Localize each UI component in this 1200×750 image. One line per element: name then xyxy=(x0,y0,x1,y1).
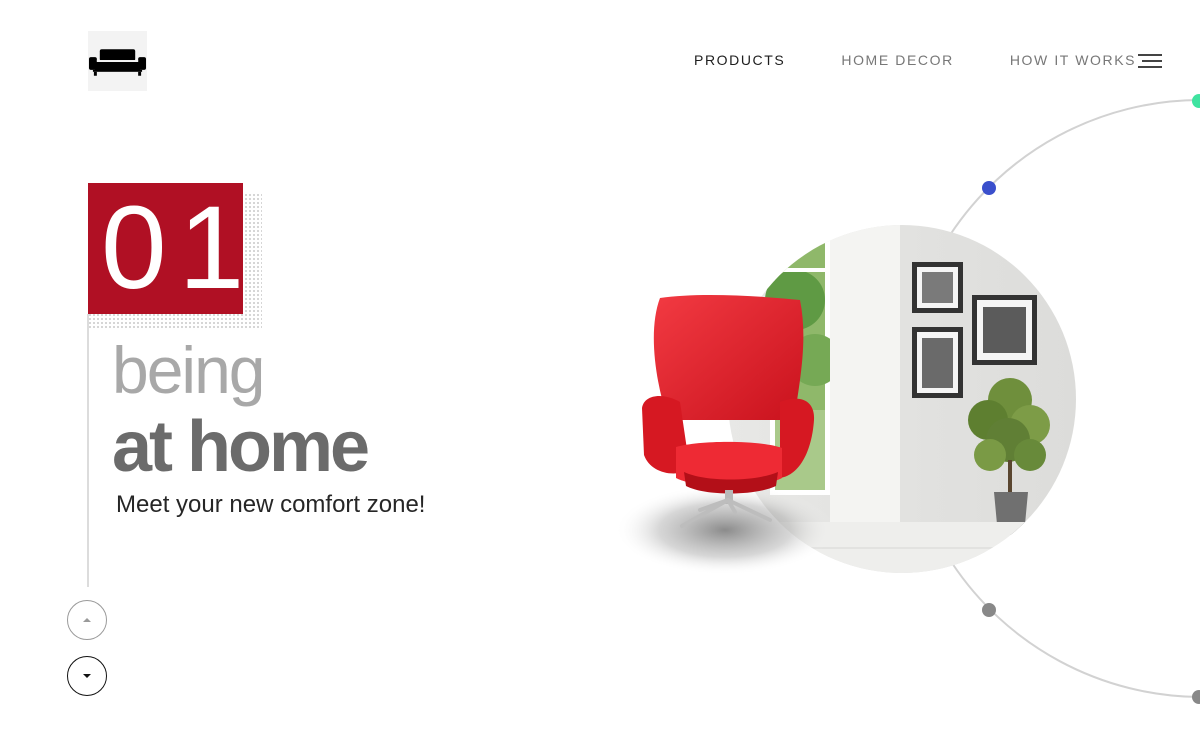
prev-slide-button[interactable] xyxy=(67,600,107,640)
nav-how-it-works[interactable]: HOW IT WORKS xyxy=(1010,52,1136,68)
landing-page: PRODUCTS HOME DECOR HOW IT WORKS 01 bein… xyxy=(0,0,1200,750)
red-armchair-image xyxy=(642,294,815,528)
orbit-dot-green xyxy=(1192,94,1200,108)
slide-number: 01 xyxy=(101,182,257,314)
hamburger-menu-icon[interactable] xyxy=(1138,52,1162,70)
orbit-dot-blue xyxy=(982,181,996,195)
orbit-dot-gray-bottom xyxy=(1192,690,1200,704)
headline-bold: at home xyxy=(112,407,370,487)
next-slide-button[interactable] xyxy=(67,656,107,696)
nav-home-decor[interactable]: HOME DECOR xyxy=(841,52,953,68)
arrow-up-icon xyxy=(83,618,91,622)
tagline: Meet your new comfort zone! xyxy=(116,491,426,518)
sofa-icon xyxy=(88,49,147,76)
headline-light: being xyxy=(112,333,265,407)
arrow-down-icon xyxy=(83,674,91,678)
orbit-dot-gray xyxy=(982,603,996,617)
vertical-divider xyxy=(87,314,89,587)
nav-products[interactable]: PRODUCTS xyxy=(694,52,785,68)
logo[interactable] xyxy=(88,31,147,91)
main-nav: PRODUCTS HOME DECOR HOW IT WORKS xyxy=(694,52,1136,68)
